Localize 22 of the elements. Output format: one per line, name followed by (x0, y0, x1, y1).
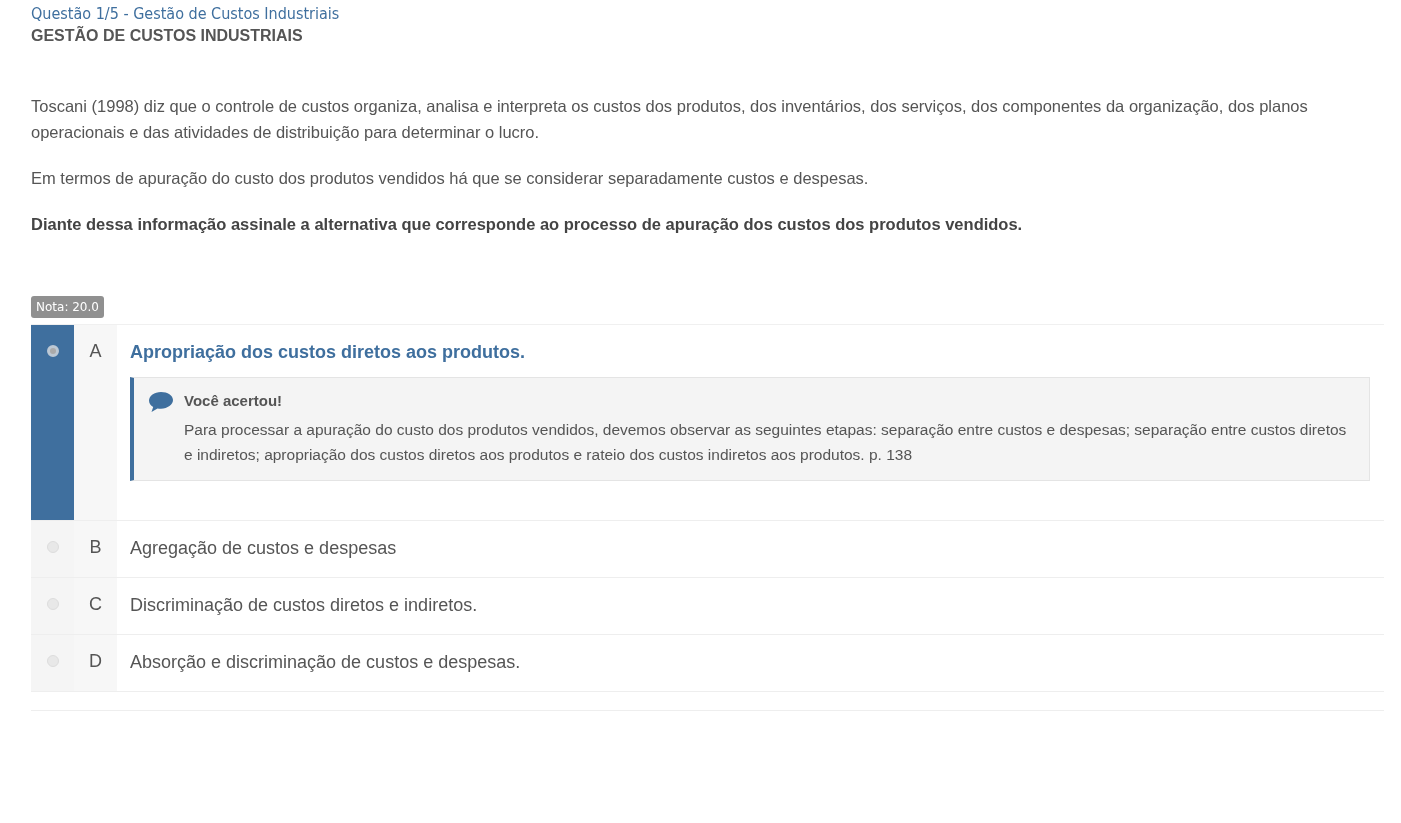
option-letter: B (89, 537, 102, 557)
question-text: Toscani (1998) diz que o controle de custos organiza, analisa e interpreta os custos dos produtos, dos inventários, dos serviços, dos componentes da organização, dos planos operacionais e das atividades de distribuição para determinar o lucro. (31, 96, 1309, 143)
option-letter: C (89, 594, 102, 614)
feedback-title: Você acertou! (184, 392, 284, 409)
option-letter: A (89, 341, 102, 361)
option-text[interactable]: Apropriação dos custos diretos aos produtos. (130, 341, 1370, 381)
grade-badge: Nota: 20.0 (31, 296, 104, 318)
question-prompt: Diante dessa informação assinale a alternativa que corresponde ao processo de apuração dos custos dos produtos vendidos. (31, 214, 1024, 235)
option-marker[interactable] (31, 578, 74, 634)
subject-title: GESTÃO DE CUSTOS INDUSTRIAIS (31, 25, 304, 46)
question-text: Em termos de apuração do custo dos produtos vendidos há que se considerar separadamente custos e despesas. (31, 168, 870, 189)
option-text[interactable]: Discriminação de custos diretos e indiretos. (130, 594, 1370, 634)
question-header: Questão 1/5 - Gestão de Custos Industriais (31, 3, 341, 25)
option-marker[interactable] (31, 635, 74, 691)
option-text[interactable]: Agregação de custos e despesas (130, 537, 1370, 577)
option-text[interactable]: Absorção e discriminação de custos e despesas. (130, 651, 1370, 691)
radio-button[interactable] (46, 345, 59, 357)
option-marker[interactable] (31, 325, 74, 520)
feedback-text: Para processar a apuração do custo dos produtos vendidos, devemos observar as seguintes etapas: separação entre custos e despesas; separação entre custos diretos e indiretos; apropriação dos custos diretos aos produtos e rateio dos custos indiretos aos produtos. p. 138 (184, 420, 1348, 465)
option-marker[interactable] (31, 521, 74, 577)
option-letter: D (89, 651, 102, 671)
speech-bubble-icon (148, 391, 174, 413)
